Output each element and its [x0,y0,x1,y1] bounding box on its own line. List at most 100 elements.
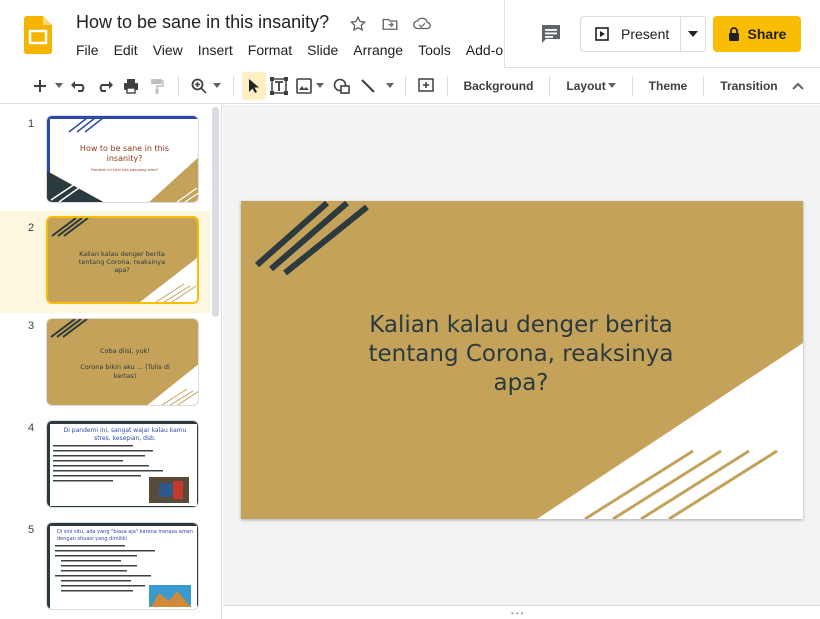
text-box-icon [270,76,289,95]
caret-down-icon [385,83,394,88]
toolbar-divider [405,75,407,96]
print-button[interactable] [118,72,144,100]
caret-down-icon [607,83,616,88]
zoom-icon [191,78,207,94]
layout-label: Layout [566,78,606,93]
slide-thumbnail-row-5[interactable]: 5 Di sini situ, ada yang "biasa aja" kar… [0,517,210,619]
print-icon [124,78,139,94]
slide-thumbnail-row-2[interactable]: 2 Kalian kalau denger berita tentang Cor… [0,211,210,313]
document-title[interactable]: How to be sane in this insanity? [76,12,329,33]
main-slide[interactable]: Kalian kalau denger berita tentang Coron… [241,201,803,519]
present-button[interactable]: Present [580,16,706,52]
insert-image-button[interactable] [292,72,328,100]
editor-canvas[interactable]: Kalian kalau denger berita tentang Coron… [223,105,820,619]
main-slide-title[interactable]: Kalian kalau denger berita tentang Coron… [341,311,701,398]
slide-3-line1: Coba diisi, yuk! [99,347,151,355]
comment-history-icon[interactable] [539,22,563,46]
slide-number: 4 [28,422,35,434]
caret-down-icon [213,83,222,88]
paint-format-icon [151,78,165,94]
menu-file[interactable]: File [76,42,99,58]
menu-bar: File Edit View Insert Format Slide Arran… [76,42,518,58]
slide-thumbnail-5[interactable]: Di sini situ, ada yang "biasa aja" karen… [46,522,199,610]
slide-filmstrip[interactable]: 1 How to be sane in this insanity? Pande… [0,105,222,619]
present-main[interactable]: Present [581,17,682,51]
slide-thumbnail-1[interactable]: How to be sane in this insanity? Pandemi… [46,115,199,203]
menu-view[interactable]: View [153,42,183,58]
shape-icon [333,78,350,94]
slide-3-line2: Corona bikin aku ... (Tulis di kertas) [80,363,170,380]
undo-button[interactable] [66,72,92,100]
slide-1-subtitle: Pandemi ini bikin kita gampang stres? [91,168,158,172]
header-actions: Present Share [505,0,820,68]
menu-arrange[interactable]: Arrange [353,42,403,58]
slide-thumbnail-2[interactable]: Kalian kalau denger berita tentang Coron… [46,216,199,304]
toolbar-divider [631,75,633,96]
slide-2-title: Kalian kalau denger berita tentang Coron… [78,250,166,274]
add-comment-icon [418,77,435,92]
speaker-notes-divider[interactable]: ••• [223,605,820,619]
present-icon [595,27,609,41]
new-slide-button[interactable] [30,72,66,100]
slide-thumbnail-row-1[interactable]: 1 How to be sane in this insanity? Pande… [0,109,210,211]
redo-icon [99,80,113,92]
drag-handle-icon[interactable]: ••• [511,609,525,618]
slide-thumbnail-row-4[interactable]: 4 Di pandemi ini, sangat wajar kalau kam… [0,415,210,517]
slide-number: 5 [28,524,35,536]
transition-button[interactable]: Transition [712,72,785,100]
undo-icon [70,80,84,92]
move-folder-icon[interactable] [380,14,400,34]
theme-button[interactable]: Theme [641,72,696,100]
caret-down-icon [688,31,699,37]
lock-icon [728,27,739,41]
add-comment-button[interactable] [414,72,438,100]
present-label: Present [621,26,670,42]
cloud-status-icon[interactable] [412,14,432,34]
slide-thumbnail-4[interactable]: Di pandemi ini, sangat wajar kalau kamu … [46,420,199,508]
chevron-up-icon [792,82,804,90]
toolbar-divider [178,75,180,96]
paint-format-button[interactable] [144,72,170,100]
zoom-button[interactable] [187,72,224,100]
select-tool-button[interactable] [241,71,267,100]
menu-tools[interactable]: Tools [418,42,451,58]
slide-number: 1 [28,118,35,130]
slide-5-title: Di sini situ, ada yang "biasa aja" karen… [57,529,193,542]
menu-insert[interactable]: Insert [198,42,233,58]
slide-number: 2 [28,222,35,234]
caret-down-icon [316,83,325,88]
cursor-arrow-icon [248,78,259,93]
toolbar-divider [549,75,551,96]
share-button[interactable]: Share [713,16,801,52]
menu-edit[interactable]: Edit [114,42,138,58]
background-button[interactable]: Background [455,72,541,100]
caret-down-icon [54,83,63,88]
slide-1-title: How to be sane in this insanity? [79,144,170,163]
layout-button[interactable]: Layout [558,72,623,100]
slide-thumbnail-row-3[interactable]: 3 Coba diisi, yuk! Corona bikin aku ... … [0,313,210,415]
image-icon [296,77,312,94]
redo-button[interactable] [92,72,118,100]
shape-button[interactable] [328,72,356,100]
share-label: Share [747,26,787,42]
toolbar: Background Layout Theme Transition [0,68,820,104]
menu-format[interactable]: Format [248,42,292,58]
menu-slide[interactable]: Slide [307,42,338,58]
slide-thumbnail-3[interactable]: Coba diisi, yuk! Corona bikin aku ... (T… [46,318,199,406]
line-button[interactable] [356,72,397,100]
slides-logo-icon[interactable] [24,16,52,54]
slides-app: How to be sane in this insanity? File Ed… [0,0,820,619]
present-options-dropdown[interactable] [681,31,705,37]
toolbar-divider [703,75,705,96]
toolbar-divider [232,75,234,96]
plus-icon [33,79,46,92]
menu-addons[interactable]: Add-o [466,42,503,58]
filmstrip-scrollbar[interactable] [212,107,219,317]
text-box-button[interactable] [266,72,292,100]
star-icon[interactable] [348,14,368,34]
slide-4-title: Di pandemi ini, sangat wajar kalau kamu … [63,427,187,442]
collapse-toolbar-button[interactable] [786,72,810,100]
app-header: How to be sane in this insanity? File Ed… [0,0,820,68]
line-icon [360,78,375,93]
slide-number: 3 [28,320,35,332]
